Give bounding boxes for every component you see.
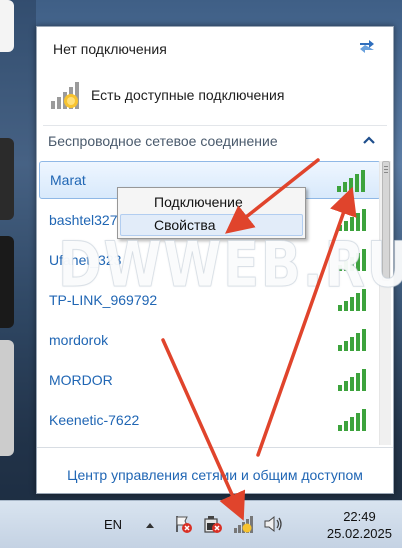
network-name: MORDOR bbox=[49, 372, 113, 388]
taskbar-clock[interactable]: 22:49 25.02.2025 bbox=[327, 508, 392, 542]
volume-icon[interactable] bbox=[262, 513, 284, 535]
background-window-edge bbox=[0, 236, 14, 328]
collapse-chevron-icon[interactable] bbox=[363, 135, 375, 145]
network-name: Marat bbox=[50, 172, 86, 188]
section-divider bbox=[43, 125, 387, 126]
clock-date: 25.02.2025 bbox=[326, 526, 392, 541]
background-window-edge bbox=[0, 340, 14, 456]
taskbar: EN 22:49 25.02.2025 bbox=[0, 500, 402, 548]
refresh-icon[interactable] bbox=[357, 35, 377, 55]
network-item[interactable]: Ufanet_323 bbox=[39, 241, 381, 279]
network-item[interactable]: Keenetic-7622 bbox=[39, 401, 381, 439]
context-menu: Подключение Свойства bbox=[117, 187, 306, 239]
power-battery-icon[interactable] bbox=[201, 513, 223, 535]
connection-status-title: Нет подключения bbox=[53, 41, 167, 57]
network-item[interactable]: TP-LINK_969792 bbox=[39, 281, 381, 319]
context-menu-properties[interactable]: Свойства bbox=[120, 214, 303, 236]
wifi-signal-icon bbox=[338, 409, 366, 431]
available-connections-label: Есть доступные подключения bbox=[91, 87, 285, 103]
tray-expand-icon[interactable] bbox=[145, 521, 155, 529]
wifi-signal-icon bbox=[338, 369, 366, 391]
clock-time: 22:49 bbox=[343, 509, 376, 524]
network-available-icon bbox=[51, 82, 79, 109]
background-window-edge bbox=[0, 0, 14, 52]
scrollbar-thumb[interactable] bbox=[382, 161, 390, 281]
network-item[interactable]: MORDOR bbox=[39, 361, 381, 399]
network-name: Ufanet_323 bbox=[49, 252, 122, 268]
wifi-signal-icon bbox=[338, 209, 366, 231]
wifi-signal-icon bbox=[337, 170, 365, 192]
network-name: Keenetic-7622 bbox=[49, 412, 140, 428]
wifi-signal-icon bbox=[338, 329, 366, 351]
background-window-edge bbox=[0, 138, 14, 220]
network-name: TP-LINK_969792 bbox=[49, 292, 158, 308]
wireless-section-title: Беспроводное сетевое соединение bbox=[48, 133, 278, 149]
available-connections-row: Есть доступные подключения bbox=[49, 79, 284, 111]
network-name: mordorok bbox=[49, 332, 109, 348]
network-item[interactable]: mordorok bbox=[39, 321, 381, 359]
network-list-scrollbar[interactable] bbox=[379, 161, 391, 445]
wifi-signal-icon bbox=[338, 249, 366, 271]
wifi-signal-icon bbox=[338, 289, 366, 311]
footer-divider bbox=[37, 447, 393, 448]
network-flyout: Нет подключения Есть доступные подключен… bbox=[36, 26, 394, 494]
action-center-flag-icon[interactable] bbox=[172, 513, 194, 535]
language-indicator[interactable]: EN bbox=[104, 517, 122, 532]
context-menu-connect[interactable]: Подключение bbox=[120, 191, 303, 213]
network-tray-icon[interactable] bbox=[232, 513, 254, 535]
network-sharing-center-link[interactable]: Центр управления сетями и общим доступом bbox=[37, 467, 393, 483]
